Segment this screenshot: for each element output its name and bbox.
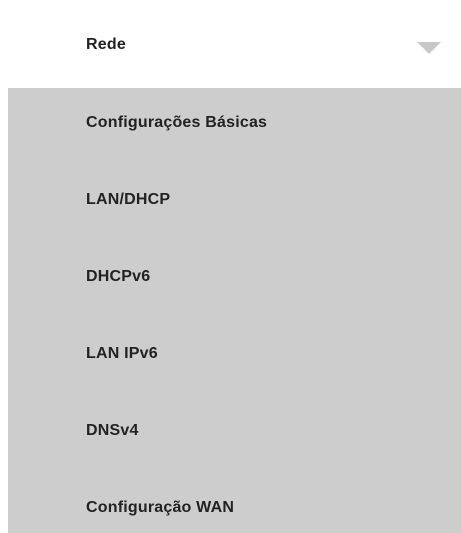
submenu-item-configuracao-wan[interactable]: Configuração WAN	[8, 488, 461, 528]
chevron-down-icon[interactable]	[417, 42, 441, 54]
submenu-item-dnsv4[interactable]: DNSv4	[8, 411, 461, 451]
submenu-item-label: Configurações Básicas	[86, 114, 268, 131]
network-menu: Rede Configurações Básicas LAN/DHCP DHCP…	[0, 0, 461, 533]
submenu-item-configuracoes-basicas[interactable]: Configurações Básicas	[8, 103, 461, 143]
submenu-item-label: DHCPv6	[86, 268, 151, 285]
submenu-item-lan-ipv6[interactable]: LAN IPv6	[8, 334, 461, 374]
submenu-list: Configurações Básicas LAN/DHCP DHCPv6 LA…	[8, 88, 461, 533]
submenu-item-dhcpv6[interactable]: DHCPv6	[8, 257, 461, 297]
submenu-item-label: Configuração WAN	[86, 499, 235, 516]
menu-header-rede[interactable]: Rede	[0, 0, 461, 90]
menu-header-label: Rede	[86, 36, 126, 53]
submenu-item-label: LAN IPv6	[86, 345, 158, 362]
submenu-item-label: DNSv4	[86, 422, 139, 439]
submenu-item-lan-dhcp[interactable]: LAN/DHCP	[8, 180, 461, 220]
submenu-item-label: LAN/DHCP	[86, 191, 171, 208]
